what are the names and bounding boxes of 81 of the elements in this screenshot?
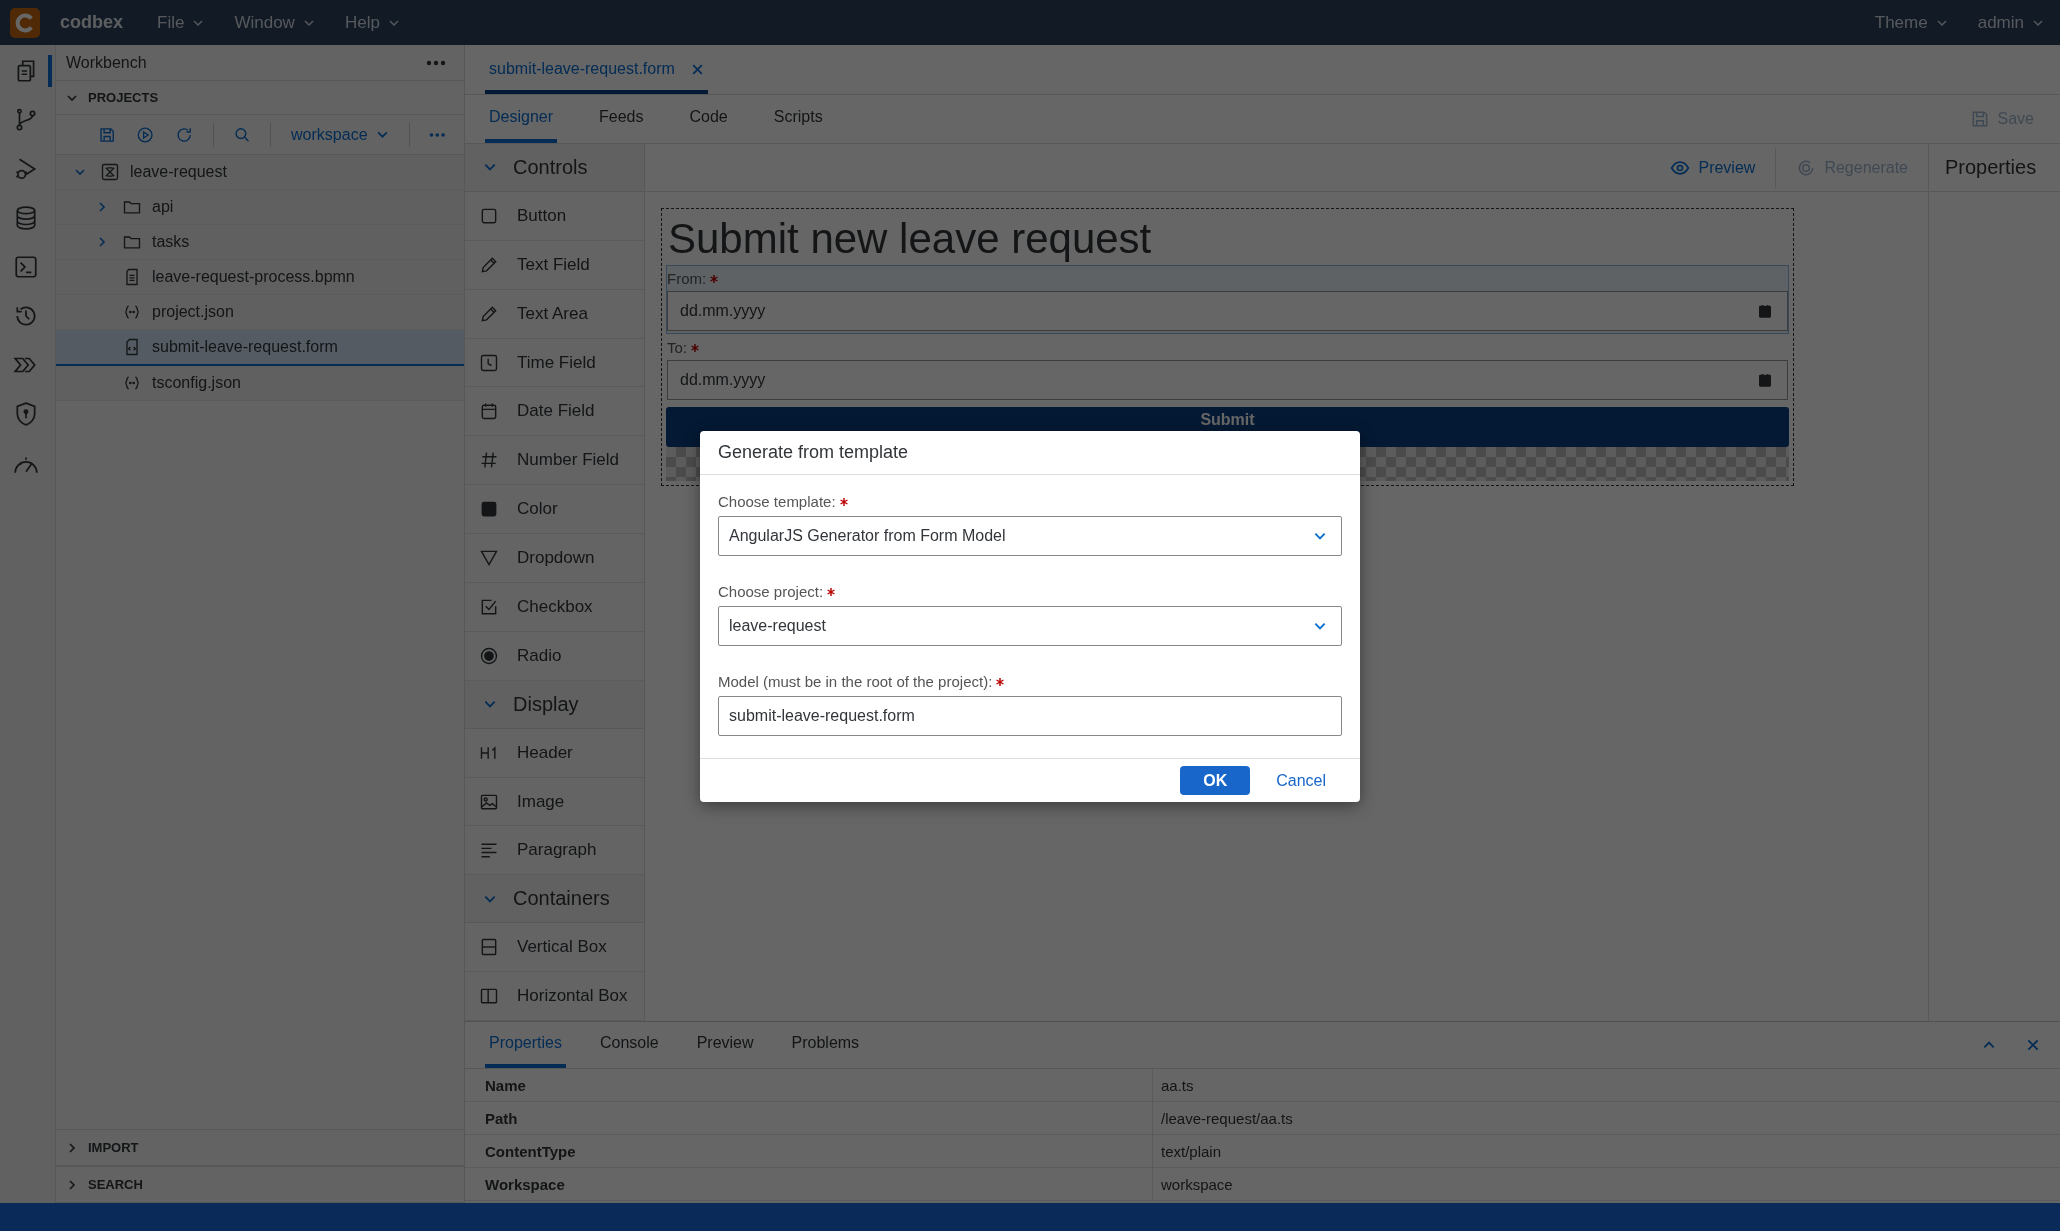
panel-tab[interactable]: Properties: [485, 1022, 566, 1068]
form-field-block[interactable]: To: dd.mm.yyyy: [666, 334, 1789, 404]
property-value: aa.ts: [1160, 1075, 1195, 1096]
menu-button[interactable]: Window: [228, 12, 321, 33]
palette-item[interactable]: Number Field: [465, 436, 644, 486]
panel-tab[interactable]: Console: [595, 1022, 663, 1068]
field-label: Model (must be in the root of the project):: [718, 673, 993, 690]
cancel-button[interactable]: Cancel: [1270, 770, 1332, 791]
pencil-icon: [479, 254, 499, 275]
date-field[interactable]: dd.mm.yyyy: [667, 291, 1788, 332]
menu-button[interactable]: admin: [1971, 12, 2050, 33]
calendar-icon: [479, 401, 499, 422]
editor-tab[interactable]: submit-leave-request.form: [485, 48, 708, 94]
property-value: text/plain: [1160, 1141, 1223, 1162]
palette-item[interactable]: Radio: [465, 631, 644, 681]
pencil-icon: [479, 303, 499, 324]
hash-icon: [479, 450, 499, 471]
caret-icon[interactable]: [74, 166, 86, 178]
select-field[interactable]: leave-request: [718, 606, 1342, 646]
palette-item[interactable]: Image: [465, 777, 644, 827]
palette-item[interactable]: Header: [465, 728, 644, 778]
field-label: From:: [667, 270, 707, 288]
terminal-icon: [12, 254, 39, 280]
section-header[interactable]: IMPORT: [56, 1129, 464, 1166]
designer-tab[interactable]: Scripts: [769, 95, 827, 143]
property-name: Workspace: [465, 1168, 1153, 1200]
palette-item[interactable]: Color: [465, 485, 644, 535]
property-value: /leave-request/aa.ts: [1160, 1108, 1294, 1129]
caret-icon: [66, 1141, 78, 1154]
property-name: Name: [465, 1069, 1153, 1101]
vertical-box-icon: [479, 937, 499, 958]
section-header[interactable]: PROJECTS: [56, 81, 464, 115]
project-icon: [100, 162, 120, 182]
close-icon[interactable]: [2026, 1038, 2040, 1052]
close-icon[interactable]: [690, 62, 704, 76]
palette-item[interactable]: Text Field: [465, 240, 644, 290]
workspace-dropdown[interactable]: workspace: [291, 125, 389, 144]
app-name: codbex: [60, 12, 124, 33]
logo-icon: [10, 7, 40, 38]
date-field[interactable]: dd.mm.yyyy: [667, 360, 1788, 401]
dialog-title: Generate from template: [700, 431, 1360, 475]
select-field[interactable]: AngularJS Generator from Form Model: [718, 516, 1342, 556]
property-name: Path: [465, 1102, 1153, 1134]
panel-tab[interactable]: Problems: [787, 1022, 864, 1068]
tree-item[interactable]: submit-leave-request.form: [56, 330, 464, 366]
panel-tab[interactable]: Preview: [692, 1022, 758, 1068]
property-value: workspace: [1160, 1174, 1234, 1195]
more-icon[interactable]: [429, 131, 446, 138]
preview-button[interactable]: Preview: [1650, 147, 1777, 188]
panel-title: Properties: [1929, 144, 2060, 192]
ok-button[interactable]: OK: [1180, 766, 1251, 795]
panel-title: Workbench: [66, 53, 147, 72]
radio-icon: [479, 645, 499, 666]
field-label: Choose template:: [718, 493, 836, 510]
menu-button[interactable]: File: [151, 12, 211, 33]
designer-tab[interactable]: Feeds: [595, 95, 648, 143]
input-field[interactable]: submit-leave-request.form: [718, 696, 1342, 736]
caret-icon[interactable]: [96, 236, 108, 248]
palette-item[interactable]: Text Area: [465, 289, 644, 339]
form-field-block[interactable]: From: dd.mm.yyyy: [666, 265, 1789, 335]
clock-icon: [479, 352, 499, 373]
designer-tab[interactable]: Code: [685, 95, 732, 143]
palette-item[interactable]: Horizontal Box: [465, 972, 644, 1022]
palette-item[interactable]: Dropdown: [465, 534, 644, 583]
section-header[interactable]: SEARCH: [56, 1166, 464, 1203]
caret-icon: [66, 1178, 78, 1191]
palette-item[interactable]: Checkbox: [465, 583, 644, 632]
property-name: ContentType: [465, 1135, 1153, 1167]
form-header: Submit new leave request: [668, 217, 1153, 262]
calendar-icon[interactable]: [1757, 303, 1773, 320]
field-label: Choose project:: [718, 583, 824, 600]
menu-button[interactable]: Theme: [1868, 12, 1954, 33]
more-icon[interactable]: [426, 59, 446, 66]
palette-item[interactable]: Vertical Box: [465, 923, 644, 973]
caret-icon[interactable]: [96, 201, 108, 213]
palette-item[interactable]: Button: [465, 191, 644, 241]
calendar-icon[interactable]: [1757, 372, 1773, 389]
menu-button[interactable]: Help: [338, 12, 406, 33]
field-label: To:: [667, 339, 687, 357]
palette-item[interactable]: Date Field: [465, 387, 644, 437]
palette-item[interactable]: Time Field: [465, 338, 644, 388]
